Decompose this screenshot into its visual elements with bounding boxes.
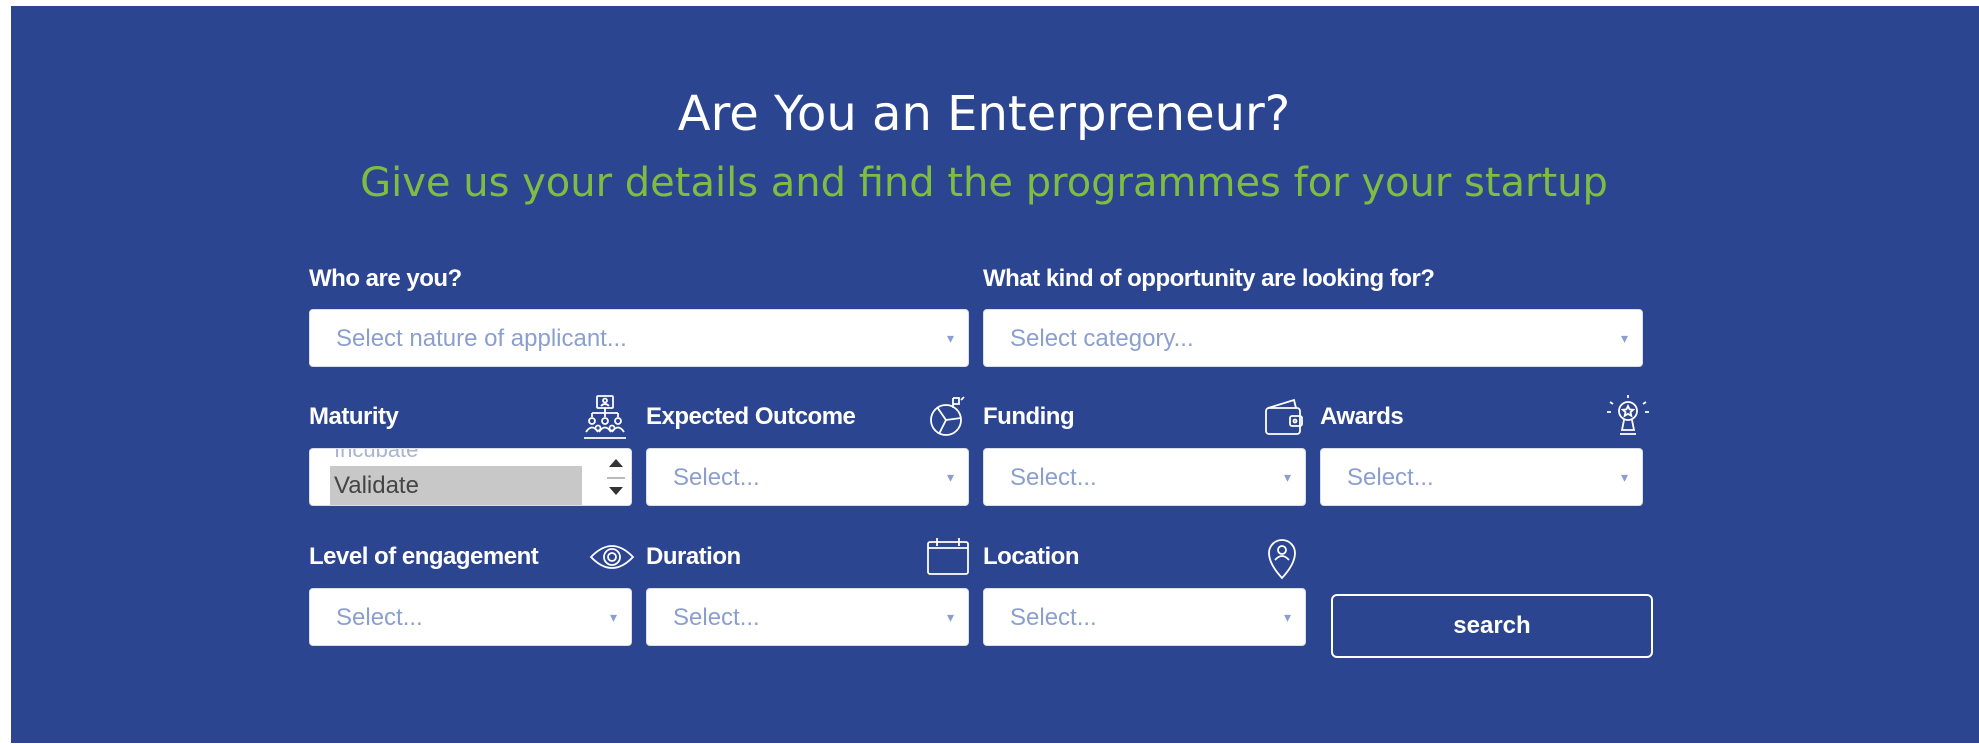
calendar-icon (925, 534, 971, 580)
opportunity-category-placeholder: Select category... (1010, 325, 1194, 352)
awards-label: Awards (1320, 403, 1404, 430)
opportunity-label: What kind of opportunity are looking for… (983, 265, 1435, 292)
location-pin-icon (1259, 534, 1305, 580)
opportunity-category-select[interactable]: Select category... ▾ (983, 309, 1643, 367)
who-label: Who are you? (309, 265, 462, 292)
expected-outcome-select[interactable]: Select... ▾ (646, 448, 969, 506)
maturity-option-selected[interactable]: Validate (330, 466, 582, 505)
scrollbar-thumb[interactable] (607, 477, 625, 479)
chart-outcome-icon (925, 394, 971, 440)
wallet-icon (1262, 394, 1308, 440)
chevron-down-icon: ▾ (1283, 469, 1291, 485)
duration-label: Duration (646, 543, 741, 570)
location-placeholder: Select... (1010, 604, 1097, 631)
funding-select[interactable]: Select... ▾ (983, 448, 1306, 506)
applicant-nature-placeholder: Select nature of applicant... (336, 325, 627, 352)
expected-outcome-label: Expected Outcome (646, 403, 856, 430)
awards-select[interactable]: Select... ▾ (1320, 448, 1643, 506)
chevron-down-icon: ▾ (1620, 330, 1628, 346)
listbox-scrollbar[interactable] (601, 449, 631, 505)
applicant-nature-select[interactable]: Select nature of applicant... ▾ (309, 309, 969, 367)
team-structure-icon (582, 394, 628, 440)
eye-icon (589, 534, 635, 580)
entrepreneur-search-panel: Are You an Enterpreneur? Give us your de… (11, 6, 1979, 743)
awards-placeholder: Select... (1347, 464, 1434, 491)
funding-label: Funding (983, 403, 1075, 430)
chevron-down-icon: ▾ (609, 609, 617, 625)
funding-placeholder: Select... (1010, 464, 1097, 491)
engagement-placeholder: Select... (336, 604, 423, 631)
chevron-down-icon: ▾ (946, 609, 954, 625)
scroll-up-arrow-icon[interactable] (609, 459, 623, 467)
duration-select[interactable]: Select... ▾ (646, 588, 969, 646)
chevron-down-icon: ▾ (1620, 469, 1628, 485)
chevron-down-icon: ▾ (946, 330, 954, 346)
engagement-label: Level of engagement (309, 543, 539, 570)
maturity-listbox[interactable]: Incubate Validate (309, 448, 632, 506)
page-title: Are You an Enterpreneur? (677, 86, 1291, 142)
search-button[interactable]: search (1331, 594, 1653, 658)
engagement-select[interactable]: Select... ▾ (309, 588, 632, 646)
chevron-down-icon: ▾ (946, 469, 954, 485)
page-subtitle: Give us your details and find the progra… (360, 160, 1608, 206)
maturity-option[interactable]: Incubate (334, 449, 418, 463)
scroll-down-arrow-icon[interactable] (609, 487, 623, 495)
expected-outcome-placeholder: Select... (673, 464, 760, 491)
chevron-down-icon: ▾ (1283, 609, 1291, 625)
trophy-icon (1605, 394, 1651, 440)
duration-placeholder: Select... (673, 604, 760, 631)
location-label: Location (983, 543, 1080, 570)
maturity-label: Maturity (309, 403, 399, 430)
location-select[interactable]: Select... ▾ (983, 588, 1306, 646)
